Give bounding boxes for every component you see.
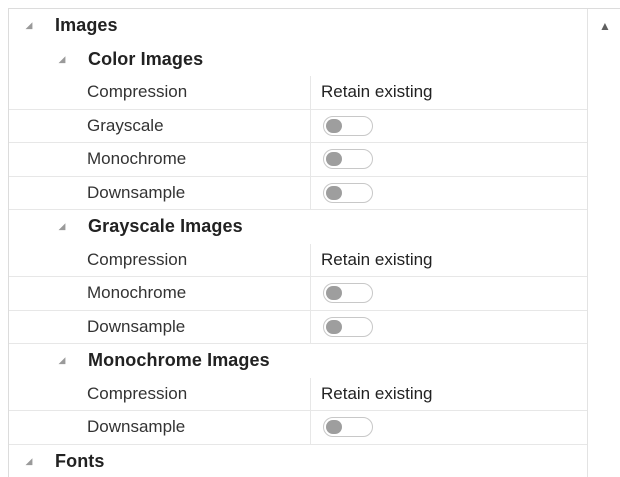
scroll-up-arrow-icon[interactable]: ▲	[588, 9, 620, 43]
collapse-arrow-icon[interactable]: ◢	[55, 55, 69, 64]
grayscale-toggle-switch[interactable]	[323, 116, 373, 136]
subcategory-grayscale-images[interactable]: ◢ Grayscale Images	[9, 210, 587, 244]
subcategory-color-images[interactable]: ◢ Color Images	[9, 43, 587, 77]
subcategory-title: Color Images	[88, 49, 203, 70]
property-row-monochrome[interactable]: Monochrome	[9, 277, 587, 311]
collapse-arrow-icon[interactable]: ◢	[22, 21, 36, 30]
compression-value-dropdown[interactable]: Retain existing	[311, 244, 587, 277]
property-name: Monochrome	[79, 143, 311, 176]
toggle-knob	[326, 152, 342, 166]
property-name: Downsample	[79, 177, 311, 210]
category-title: Fonts	[55, 451, 105, 472]
collapse-arrow-icon[interactable]: ◢	[55, 222, 69, 231]
subcategory-title: Monochrome Images	[88, 350, 270, 371]
property-row-grayscale[interactable]: Grayscale	[9, 110, 587, 144]
subcategory-monochrome-images[interactable]: ◢ Monochrome Images	[9, 344, 587, 378]
collapse-arrow-icon[interactable]: ◢	[55, 356, 69, 365]
property-row-downsample[interactable]: Downsample	[9, 177, 587, 211]
property-grid: ◢ Images ◢ Color Images Compression Reta…	[9, 9, 587, 477]
property-row-compression[interactable]: Compression Retain existing	[9, 244, 587, 278]
downsample-toggle-switch[interactable]	[323, 417, 373, 437]
monochrome-toggle-switch[interactable]	[323, 149, 373, 169]
toggle-knob	[326, 186, 342, 200]
property-name: Downsample	[79, 411, 311, 444]
subcategory-title: Grayscale Images	[88, 216, 243, 237]
category-title: Images	[55, 15, 118, 36]
property-row-compression[interactable]: Compression Retain existing	[9, 378, 587, 412]
monochrome-toggle-switch[interactable]	[323, 283, 373, 303]
property-name: Monochrome	[79, 277, 311, 310]
downsample-toggle-switch[interactable]	[323, 183, 373, 203]
downsample-toggle-switch[interactable]	[323, 317, 373, 337]
property-grid-panel: ◢ Images ◢ Color Images Compression Reta…	[8, 8, 620, 477]
vertical-scrollbar[interactable]: ▲	[587, 9, 620, 477]
category-images[interactable]: ◢ Images	[9, 9, 587, 43]
property-row-monochrome[interactable]: Monochrome	[9, 143, 587, 177]
toggle-knob	[326, 119, 342, 133]
toggle-knob	[326, 320, 342, 334]
property-row-downsample[interactable]: Downsample	[9, 311, 587, 345]
collapse-arrow-icon[interactable]: ◢	[22, 457, 36, 466]
property-name: Compression	[79, 76, 311, 109]
compression-value-dropdown[interactable]: Retain existing	[311, 76, 587, 109]
property-name: Grayscale	[79, 110, 311, 143]
toggle-knob	[326, 286, 342, 300]
property-name: Downsample	[79, 311, 311, 344]
property-row-downsample[interactable]: Downsample	[9, 411, 587, 445]
category-fonts[interactable]: ◢ Fonts	[9, 445, 587, 477]
property-name: Compression	[79, 244, 311, 277]
property-row-compression[interactable]: Compression Retain existing	[9, 76, 587, 110]
compression-value-dropdown[interactable]: Retain existing	[311, 378, 587, 411]
toggle-knob	[326, 420, 342, 434]
property-name: Compression	[79, 378, 311, 411]
